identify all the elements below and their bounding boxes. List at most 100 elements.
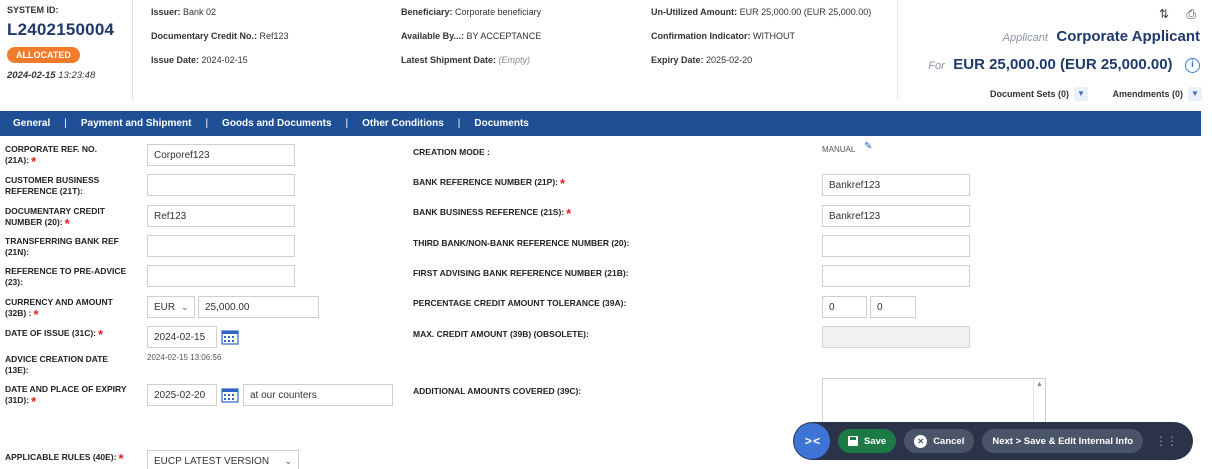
summary-header: SYSTEM ID: L2402150004 ALLOCATED 2024-02… (0, 0, 1212, 110)
tolerance-label: PERCENTAGE CREDIT AMOUNT TOLERANCE (39A)… (413, 298, 627, 308)
tolerance-minus-input[interactable] (870, 296, 916, 318)
max-credit-label: MAX. CREDIT AMOUNT (39B) (OBSOLETE): (413, 329, 589, 339)
system-id-label: SYSTEM ID: (7, 5, 59, 15)
info-latest-shipment: Latest Shipment Date: (Empty) (401, 55, 531, 65)
bank-ref-input[interactable] (822, 174, 970, 196)
pre-advice-input[interactable] (147, 265, 295, 287)
chevron-down-icon: ▼ (1073, 87, 1088, 101)
applicant-line: Applicant Corporate Applicant (1003, 28, 1200, 46)
bank-biz-ref-label: BANK BUSINESS REFERENCE (21S): * (413, 206, 572, 221)
applicant-caption: Applicant (1002, 32, 1048, 44)
required-icon: * (31, 394, 37, 409)
tab-separator: | (205, 118, 209, 129)
expiry-label: DATE AND PLACE OF EXPIRY (31D): * (5, 384, 127, 409)
chevron-down-icon: ▼ (1188, 87, 1202, 101)
info-icon[interactable]: i (1185, 58, 1200, 73)
tolerance-plus-input[interactable] (822, 296, 867, 318)
system-id: L2402150004 (7, 20, 115, 39)
cancel-button[interactable]: ✕ Cancel (904, 429, 975, 453)
info-available-by: Available By...: BY ACCEPTANCE (401, 31, 542, 41)
cust-ref-input[interactable] (147, 174, 295, 196)
header-icons: ⇅ ⎙ (1145, 7, 1196, 22)
tab-bar: General | Payment and Shipment | Goods a… (0, 111, 1201, 136)
third-bank-label: THIRD BANK/NON-BANK REFERENCE NUMBER (20… (413, 238, 630, 248)
info-confirmation: Confirmation Indicator: WITHOUT (651, 31, 796, 41)
info-column-beneficiary: Beneficiary: Corporate beneficiary Avail… (401, 7, 541, 79)
issue-date-label: DATE OF ISSUE (31C): * (5, 327, 104, 342)
currency-select[interactable]: EUR ⌄ (147, 296, 195, 318)
advice-date-value: 2024-02-15 13:06:56 (147, 353, 222, 362)
required-icon: * (33, 307, 39, 322)
info-dc-number: Documentary Credit No.: Ref123 (151, 31, 289, 41)
tab-payment-shipment[interactable]: Payment and Shipment (81, 118, 192, 129)
required-icon: * (31, 154, 37, 169)
required-icon: * (566, 206, 572, 221)
additional-amounts-textarea[interactable]: ▲ (822, 378, 1046, 423)
pre-advice-label: REFERENCE TO PRE-ADVICE (23): (5, 266, 127, 287)
expiry-date-input[interactable] (147, 384, 217, 406)
timestamp: 2024-02-15 13:23:48 (7, 70, 132, 81)
transfer-ref-input[interactable] (147, 235, 295, 257)
tab-separator: | (64, 118, 67, 129)
general-form: CORPORATE REF. NO. (21A):* CUSTOMER BUSI… (0, 136, 1212, 469)
info-column-amount: Un-Utilized Amount: EUR 25,000.00 (EUR 2… (651, 7, 871, 79)
required-icon: * (98, 327, 104, 342)
calendar-icon[interactable] (221, 387, 239, 403)
calendar-icon[interactable] (221, 329, 239, 345)
required-icon: * (64, 216, 70, 231)
info-issue-date: Issue Date: 2024-02-15 (151, 55, 248, 65)
applicant-name: Corporate Applicant (1056, 28, 1200, 45)
rules-label: APPLICABLE RULES (40E): * (5, 451, 124, 466)
amount-line: For EUR 25,000.00 (EUR 25,000.00) i (928, 56, 1200, 74)
info-unutilized: Un-Utilized Amount: EUR 25,000.00 (EUR 2… (651, 7, 872, 17)
info-beneficiary: Beneficiary: Corporate beneficiary (401, 7, 542, 17)
timestamp-date: 2024-02-15 (7, 70, 56, 81)
tab-documents[interactable]: Documents (474, 118, 528, 129)
chevron-down-icon: ⌄ (181, 301, 189, 312)
tab-separator: | (345, 118, 349, 129)
issue-date-input[interactable] (147, 326, 217, 348)
tab-other-conditions[interactable]: Other Conditions (362, 118, 444, 129)
creation-mode-value: MANUAL (822, 145, 856, 154)
bank-ref-label: BANK REFERENCE NUMBER (21P): * (413, 176, 566, 191)
transfer-ref-label: TRANSFERRING BANK REF (21N): (5, 236, 119, 257)
dc-number-label: DOCUMENTARY CREDIT NUMBER (20): * (5, 206, 105, 231)
next-save-edit-button[interactable]: Next > Save & Edit Internal Info (982, 429, 1144, 453)
save-button[interactable]: Save (838, 429, 897, 453)
collapse-button[interactable]: > < (794, 423, 830, 459)
grip-icon[interactable]: ⋮⋮ (1155, 434, 1178, 448)
print-icon[interactable]: ⎙ (1186, 7, 1196, 21)
header-divider (897, 0, 898, 100)
header-amount: EUR 25,000.00 (EUR 25,000.00) (953, 56, 1173, 73)
amount-input[interactable] (198, 296, 319, 318)
info-issuer: Issuer: Bank 02 (151, 7, 217, 17)
amendments-dropdown[interactable]: Amendments (0) ▼ (1112, 87, 1202, 101)
floating-action-bar: > < Save ✕ Cancel Next > Save & Edit Int… (793, 422, 1193, 460)
additional-amounts-label: ADDITIONAL AMOUNTS COVERED (39C): (413, 386, 582, 396)
pencil-icon[interactable]: ✎ (864, 141, 872, 152)
first-adv-input[interactable] (822, 265, 970, 287)
system-id-block: SYSTEM ID: L2402150004 ALLOCATED 2024-02… (0, 0, 133, 100)
sort-icon[interactable]: ⇅ (1159, 7, 1169, 21)
first-adv-label: FIRST ADVISING BANK REFERENCE NUMBER (21… (413, 268, 629, 278)
info-expiry: Expiry Date: 2025-02-20 (651, 55, 753, 65)
timestamp-time: 13:23:48 (58, 70, 96, 81)
currency-amount-label: CURRENCY AND AMOUNT (32B) : * (5, 297, 113, 322)
third-bank-input[interactable] (822, 235, 970, 257)
tab-general[interactable]: General (13, 118, 50, 129)
close-icon: ✕ (914, 434, 928, 448)
required-icon: * (118, 451, 124, 466)
document-sets-dropdown[interactable]: Document Sets (0) ▼ (990, 87, 1088, 101)
cust-ref-label: CUSTOMER BUSINESS REFERENCE (21T): (5, 175, 100, 196)
tab-separator: | (457, 118, 461, 129)
expiry-place-input[interactable] (243, 384, 393, 406)
tab-goods-documents[interactable]: Goods and Documents (222, 118, 331, 129)
save-icon (848, 436, 858, 446)
scrollbar[interactable]: ▲ (1033, 379, 1045, 422)
dc-number-input[interactable] (147, 205, 295, 227)
rules-select[interactable]: EUCP LATEST VERSION ⌄ (147, 450, 299, 469)
bank-biz-ref-input[interactable] (822, 205, 970, 227)
required-icon: * (559, 176, 566, 191)
status-badge: ALLOCATED (7, 47, 80, 63)
corp-ref-input[interactable] (147, 144, 295, 166)
